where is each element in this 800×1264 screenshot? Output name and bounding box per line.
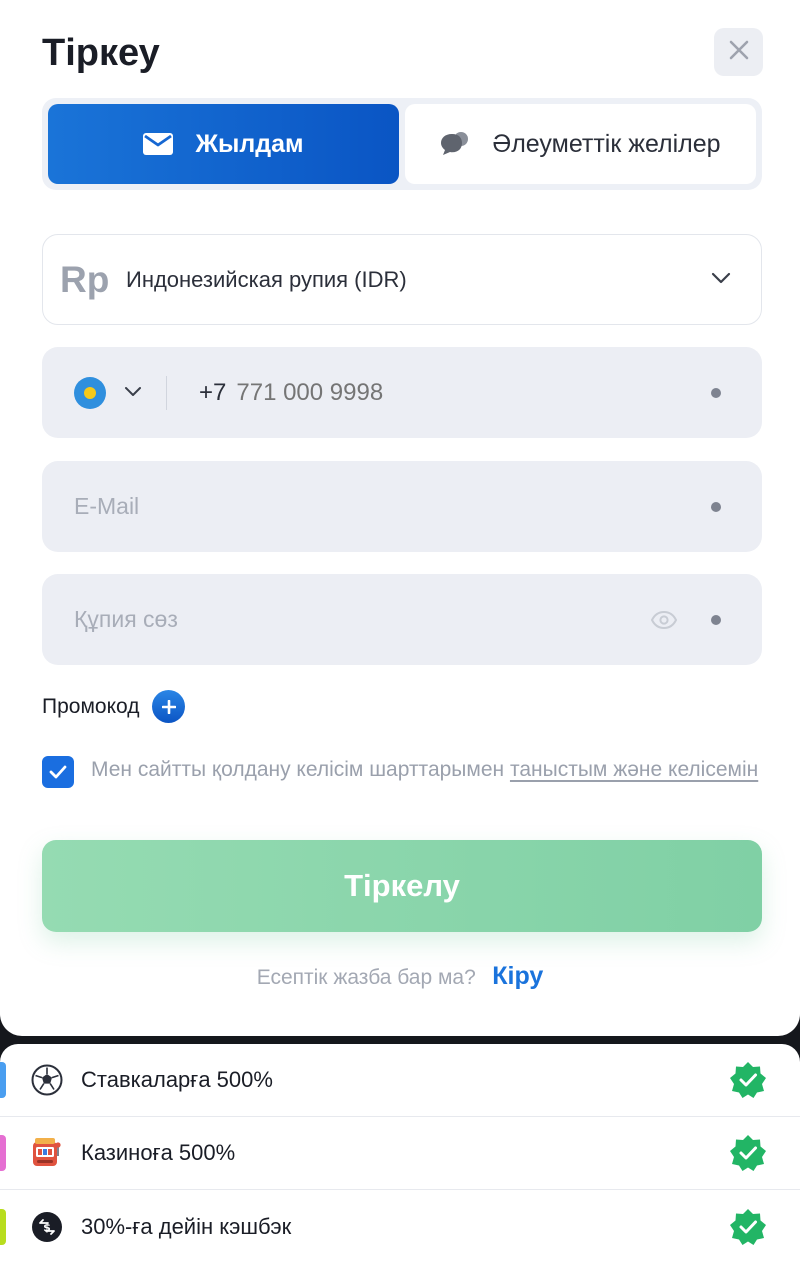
login-question: Есептік жазба бар ма? — [256, 966, 476, 989]
list-item: Казиноға 500% — [0, 1117, 800, 1190]
agreement-text: Мен сайтты қолдану келісім шарттарымен т… — [91, 756, 758, 788]
required-dot — [711, 501, 721, 512]
registration-tabs: Жылдам Әлеуметтік желілер — [42, 98, 762, 190]
plus-icon — [161, 699, 176, 714]
required-dot — [711, 387, 721, 398]
field-divider — [166, 375, 167, 410]
password-field[interactable]: Құпия сөз — [42, 574, 762, 665]
terms-link[interactable]: таныстым және келісемін — [510, 758, 758, 781]
list-item: $ 30%-ға дейін кэшбэк — [0, 1190, 800, 1263]
promo-code-row: Промокод — [42, 690, 186, 723]
eye-icon[interactable] — [651, 610, 677, 629]
bonus-color-bar — [0, 1062, 6, 1098]
checkmark-icon — [49, 765, 67, 779]
tab-social[interactable]: Әлеуметтік желілер — [405, 104, 756, 184]
chevron-down-icon[interactable] — [124, 384, 142, 402]
close-icon — [728, 39, 750, 66]
add-promo-button[interactable] — [152, 690, 186, 723]
soccer-ball-icon — [30, 1063, 64, 1097]
tab-quick-label: Жылдам — [195, 129, 304, 158]
bonus-label: 30%-ға дейін кэшбэк — [81, 1213, 292, 1239]
verified-check-icon — [729, 1208, 767, 1246]
list-item: Ставкаларға 500% — [0, 1044, 800, 1117]
bonus-color-bar — [0, 1208, 6, 1245]
country-code: +7 — [199, 378, 227, 406]
tab-quick[interactable]: Жылдам — [48, 104, 399, 184]
bonus-color-bar — [0, 1135, 6, 1171]
register-button[interactable]: Тіркелу — [42, 840, 762, 932]
svg-text:$: $ — [43, 1221, 51, 1234]
promo-code-label: Промокод — [42, 694, 140, 718]
agreement-text-main: Мен сайтты қолдану келісім шарттарымен — [91, 758, 510, 781]
slot-machine-icon — [30, 1136, 64, 1170]
cashback-coin-icon: $ — [30, 1210, 64, 1244]
currency-symbol: Rp — [60, 258, 110, 300]
kazakhstan-flag-icon[interactable] — [74, 376, 106, 409]
verified-check-icon — [729, 1134, 767, 1172]
currency-select[interactable]: Rp Индонезийская рупия (IDR) — [42, 234, 762, 325]
envelope-icon — [143, 133, 174, 155]
bonus-label: Ставкаларға 500% — [81, 1067, 273, 1092]
registration-modal: Тіркеу Жылдам Әлеуметтік желілер Rp Индо… — [0, 0, 800, 1036]
tab-social-label: Әлеуметтік желілер — [492, 129, 721, 158]
close-button[interactable] — [714, 28, 763, 76]
password-placeholder: Құпия сөз — [74, 606, 178, 632]
login-row: Есептік жазба бар ма? Кіру — [0, 962, 800, 991]
phone-input[interactable] — [236, 378, 711, 407]
verified-check-icon — [729, 1061, 767, 1099]
phone-field: +7 — [42, 347, 762, 438]
currency-label: Индонезийская рупия (IDR) — [126, 266, 407, 292]
email-placeholder: E-Mail — [74, 493, 140, 519]
required-dot — [711, 614, 721, 625]
login-link[interactable]: Кіру — [492, 962, 543, 990]
bonus-list: Ставкаларға 500% Казиноға 500% $ 30%-ға … — [0, 1044, 800, 1264]
bonus-label: Казиноға 500% — [81, 1140, 236, 1165]
email-field[interactable]: E-Mail — [42, 461, 762, 552]
agreement-row: Мен сайтты қолдану келісім шарттарымен т… — [42, 756, 762, 788]
chevron-down-icon — [711, 271, 731, 289]
chat-bubbles-icon — [440, 131, 470, 157]
agreement-checkbox[interactable] — [42, 756, 74, 788]
modal-title: Тіркеу — [42, 32, 160, 74]
